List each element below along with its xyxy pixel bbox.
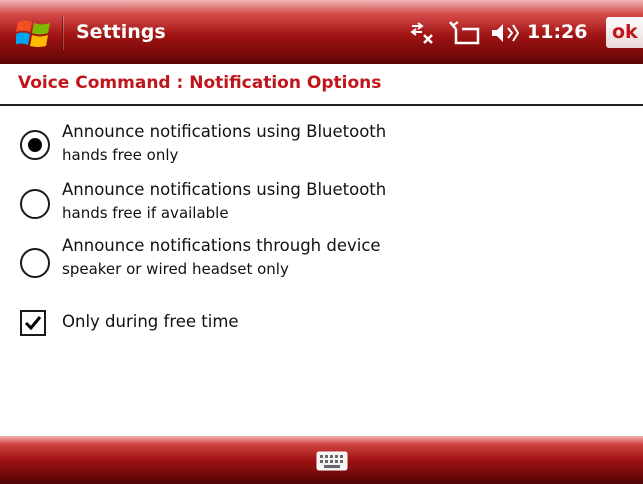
option-label-line1: Announce notifications using Bluetooth (62, 122, 387, 141)
title-separator (62, 16, 63, 50)
connectivity-icon[interactable] (406, 20, 436, 46)
app-title[interactable]: Settings (76, 16, 166, 48)
radio-bluetooth-only[interactable] (20, 130, 50, 160)
header-divider (0, 104, 643, 106)
page-title: Voice Command : Notification Options (18, 73, 382, 93)
phone-signal-icon[interactable] (448, 20, 480, 46)
free-time-option[interactable]: Only during free time (20, 310, 320, 340)
volume-icon[interactable] (490, 20, 520, 46)
keyboard-icon[interactable] (316, 451, 348, 471)
free-time-label: Only during free time (62, 312, 239, 331)
clock-time[interactable]: 11:26 (527, 16, 587, 48)
option-bluetooth-if-available[interactable]: Announce notifications using Bluetooth h… (20, 180, 460, 230)
option-device-speaker[interactable]: Announce notifications through device sp… (20, 236, 460, 286)
option-label-line2: hands free only (62, 146, 179, 164)
windows-start-icon[interactable] (16, 18, 52, 50)
ok-button[interactable]: ok (606, 17, 643, 48)
option-bluetooth-only[interactable]: Announce notifications using Bluetooth h… (20, 122, 460, 172)
title-bar: Settings 11:26 ok (0, 0, 643, 64)
check-mark-icon (24, 316, 42, 331)
option-label-line1: Announce notifications through device (62, 236, 381, 255)
radio-device-speaker[interactable] (20, 248, 50, 278)
option-label-line2: hands free if available (62, 204, 229, 222)
radio-bluetooth-if-available[interactable] (20, 189, 50, 219)
option-label-line1: Announce notifications using Bluetooth (62, 180, 387, 199)
radio-selected-dot (28, 138, 42, 152)
free-time-checkbox[interactable] (20, 310, 46, 336)
option-label-line2: speaker or wired headset only (62, 260, 289, 278)
